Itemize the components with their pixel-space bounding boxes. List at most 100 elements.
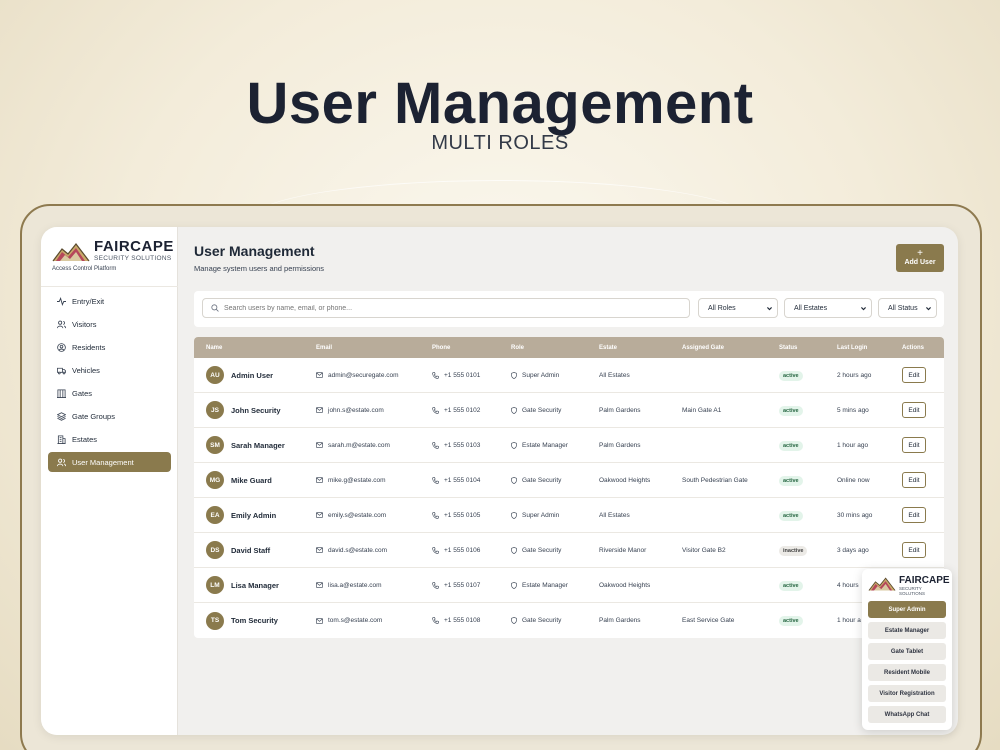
search-input[interactable] <box>224 304 664 312</box>
role-cell: Gate Security <box>511 407 561 414</box>
status-badge: active <box>779 406 803 416</box>
brand-tagline: SECURITY SOLUTIONS <box>94 255 172 262</box>
phone-icon <box>432 511 439 519</box>
chevron-down-icon <box>861 306 866 310</box>
avatar: TS <box>206 611 224 630</box>
layers-icon <box>57 411 66 421</box>
status-badge: active <box>779 581 803 591</box>
user-phone: +1 555 0102 <box>444 406 481 414</box>
roles-filter-value: All Roles <box>708 304 736 312</box>
status-badge: active <box>779 441 803 451</box>
phone-cell: +1 555 0101 <box>432 372 480 379</box>
estates-filter-value: All Estates <box>794 304 828 312</box>
user-role: Gate Security <box>522 546 562 554</box>
estate-cell: Oakwood Heights <box>599 476 651 484</box>
plus-icon: + <box>917 248 923 259</box>
estate-cell: Palm Gardens <box>599 441 641 449</box>
platform-label: Access Control Platform <box>52 266 117 272</box>
phone-icon <box>432 406 439 414</box>
phone-cell: +1 555 0103 <box>432 442 480 449</box>
table-row: EA Emily Admin emily.s@estate.com +1 555 01… <box>194 498 944 533</box>
edit-user-button[interactable]: Edit <box>902 542 926 558</box>
sidebar-item-label: User Management <box>72 457 134 467</box>
role-estate-manager-button[interactable]: Estate Manager <box>868 622 946 639</box>
table-row: TS Tom Security tom.s@estate.com +1 555 010… <box>194 603 944 638</box>
shield-icon <box>511 441 517 449</box>
sidebar-item-gate-groups[interactable]: Gate Groups <box>48 406 171 426</box>
column-header: Role <box>511 344 525 351</box>
sidebar-item-entry-exit[interactable]: Entry/Exit <box>48 291 171 311</box>
page-title: User Management <box>194 243 315 259</box>
sidebar-item-gates[interactable]: Gates <box>48 383 171 403</box>
user-name-cell: AU Admin User <box>206 366 273 384</box>
edit-user-button[interactable]: Edit <box>902 437 926 453</box>
status-badge: active <box>779 616 803 626</box>
edit-user-button[interactable]: Edit <box>902 507 926 523</box>
table-body: AU Admin User admin@securegate.com +1 555 0… <box>194 358 944 638</box>
actions-cell: Edit <box>902 542 926 558</box>
user-email: lisa.a@estate.com <box>328 581 382 589</box>
phone-icon <box>432 581 439 589</box>
role-cell: Estate Manager <box>511 582 568 589</box>
main-content: User Management Manage system users and … <box>178 227 958 735</box>
email-cell: mike.g@estate.com <box>316 477 386 484</box>
roles-filter-select[interactable]: All Roles <box>698 298 778 318</box>
estates-filter-select[interactable]: All Estates <box>784 298 872 318</box>
shield-icon <box>511 581 517 589</box>
sidebar-item-visitors[interactable]: Visitors <box>48 314 171 334</box>
role-whatsapp-chat-button[interactable]: WhatsApp Chat <box>868 706 946 723</box>
role-visitor-registration-button[interactable]: Visitor Registration <box>868 685 946 702</box>
estate-cell: Palm Gardens <box>599 617 641 624</box>
shield-icon <box>511 406 517 414</box>
user-name: Tom Security <box>231 616 278 625</box>
status-cell: active <box>779 406 803 416</box>
user-cog-icon <box>57 458 66 467</box>
app-window: FAIRCAPE SECURITY SOLUTIONS Access Contr… <box>41 227 958 735</box>
mail-icon <box>316 442 323 448</box>
avatar: MG <box>206 471 224 489</box>
mail-icon <box>316 477 323 483</box>
role-resident-mobile-button[interactable]: Resident Mobile <box>868 664 946 681</box>
user-email: sarah.m@estate.com <box>328 441 390 449</box>
mail-icon <box>316 582 323 588</box>
edit-user-button[interactable]: Edit <box>902 472 926 488</box>
edit-user-button[interactable]: Edit <box>902 367 926 383</box>
user-phone: +1 555 0104 <box>444 476 481 484</box>
table-header: Name Email Phone Role Estate Assigned Ga… <box>194 337 944 358</box>
table-row: SM Sarah Manager sarah.m@estate.com +1 555 … <box>194 428 944 463</box>
user-name-cell: MG Mike Guard <box>206 471 272 489</box>
status-cell: active <box>779 511 803 521</box>
email-cell: john.s@estate.com <box>316 407 384 414</box>
phone-cell: +1 555 0102 <box>432 407 480 414</box>
popup-brand-tagline: SECURITY SOLUTIONS <box>899 586 926 596</box>
user-name: David Staff <box>231 545 271 555</box>
avatar: DS <box>206 541 224 559</box>
user-role: Estate Manager <box>522 581 568 589</box>
role-gate-tablet-button[interactable]: Gate Tablet <box>868 643 946 660</box>
user-role: Gate Security <box>522 406 562 414</box>
assigned-gate-cell: Main Gate A1 <box>682 406 722 414</box>
user-phone: +1 555 0108 <box>444 617 481 624</box>
estate-cell: All Estates <box>599 511 630 519</box>
mail-icon <box>316 372 323 378</box>
actions-cell: Edit <box>902 437 926 453</box>
sidebar-item-user-management[interactable]: User Management <box>48 452 171 472</box>
email-cell: david.s@estate.com <box>316 547 387 554</box>
sidebar-item-vehicles[interactable]: Vehicles <box>48 360 171 380</box>
role-super-admin-button[interactable]: Super Admin <box>868 601 946 618</box>
edit-user-button[interactable]: Edit <box>902 402 926 418</box>
user-name-cell: DS David Staff <box>206 541 270 559</box>
search-icon <box>211 304 219 312</box>
sidebar-item-estates[interactable]: Estates <box>48 429 171 449</box>
status-filter-select[interactable]: All Status <box>878 298 937 318</box>
avatar: SM <box>206 436 224 454</box>
faircape-logo-icon <box>868 577 896 591</box>
sidebar-item-residents[interactable]: Residents <box>48 337 171 357</box>
chevron-down-icon <box>767 306 772 310</box>
phone-icon <box>432 476 439 484</box>
last-login-cell: 1 hour ago <box>837 441 869 449</box>
phone-cell: +1 555 0107 <box>432 582 480 589</box>
user-name: Admin User <box>231 370 274 380</box>
add-user-button[interactable]: + Add User <box>896 244 944 272</box>
sidebar-item-label: Gates <box>72 388 93 398</box>
